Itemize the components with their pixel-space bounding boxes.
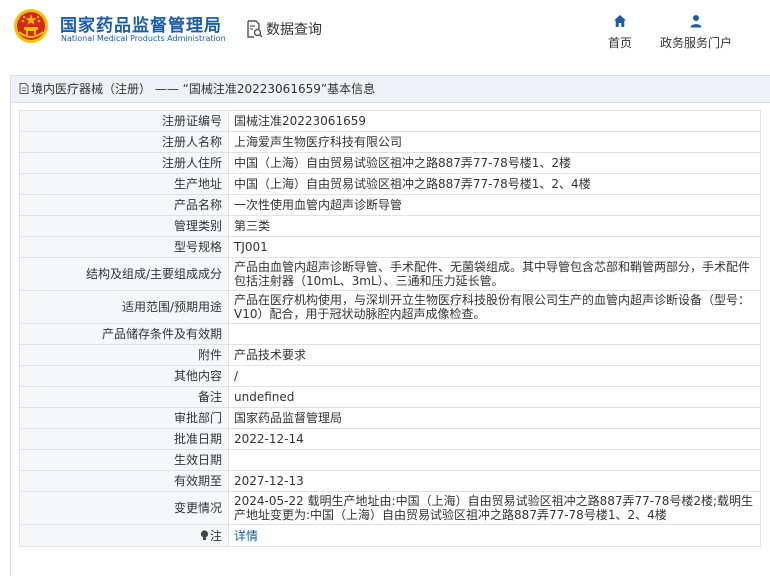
field-value: / xyxy=(228,365,761,387)
table-row: 型号规格 TJ001 xyxy=(19,236,761,258)
field-value: 产品由血管内超声诊断导管、手术配件、无菌袋组成。其中导管包含芯部和鞘管两部分，手… xyxy=(228,257,761,291)
table-row: 其他内容 / xyxy=(19,365,761,387)
field-label: 生产地址 xyxy=(19,173,229,195)
field-value xyxy=(228,323,761,345)
field-label: 注册人住所 xyxy=(19,152,229,174)
document-search-icon xyxy=(247,20,263,38)
table-row: 变更情况 2024-05-22 载明生产地址由:中国（上海）自由贸易试验区祖冲之路… xyxy=(19,491,761,525)
field-label: 有效期至 xyxy=(19,470,229,492)
field-label: 附件 xyxy=(19,344,229,366)
panel-category: 境内医疗器械（注册） xyxy=(31,82,152,96)
field-label: 批准日期 xyxy=(19,428,229,450)
field-label: 产品名称 xyxy=(19,194,229,216)
user-icon xyxy=(690,15,702,28)
field-value: 2022-12-14 xyxy=(228,428,761,450)
note-label: 注 xyxy=(209,528,222,543)
table-row: 注册人住所 中国（上海）自由贸易试验区祖冲之路887弄77-78号楼1、2楼 xyxy=(19,152,761,174)
data-query-label: 数据查询 xyxy=(266,22,322,38)
table-row: 结构及组成/主要组成成分 产品由血管内超声诊断导管、手术配件、无菌袋组成。其中导管… xyxy=(19,257,761,291)
field-label: 变更情况 xyxy=(19,491,229,525)
field-value: 国械注准20223061659 xyxy=(228,110,761,132)
document-icon xyxy=(19,83,29,94)
field-label: 其他内容 xyxy=(19,365,229,387)
table-row: 管理类别 第三类 xyxy=(19,215,761,237)
details-link[interactable]: 详情 xyxy=(234,529,258,543)
table-row: 注册证编号 国械注准20223061659 xyxy=(19,110,761,132)
lightbulb-icon xyxy=(200,529,209,540)
field-value: 一次性使用血管内超声诊断导管 xyxy=(228,194,761,216)
field-label: 管理类别 xyxy=(19,215,229,237)
panel-separator: —— xyxy=(151,82,183,96)
table-row: 产品储存条件及有效期 xyxy=(19,323,761,345)
table-row: 注册人名称 上海爱声生物医疗科技有限公司 xyxy=(19,131,761,153)
table-row: 有效期至 2027-12-13 xyxy=(19,470,761,492)
org-name-en: National Medical Products Administration xyxy=(61,34,226,43)
detail-panel: 境内医疗器械（注册） —— “国械注准20223061659”基本信息 注册证编… xyxy=(10,75,770,576)
note-label-cell: 注 xyxy=(19,524,229,547)
table-row: 生效日期 xyxy=(19,449,761,471)
field-label: 注册人名称 xyxy=(19,131,229,153)
field-label: 审批部门 xyxy=(19,407,229,429)
panel-suffix: 基本信息 xyxy=(327,82,376,96)
table-row: 生产地址 中国（上海）自由贸易试验区祖冲之路887弄77-78号楼1、2、4楼 xyxy=(19,173,761,195)
table-row: 适用范围/预期用途 产品在医疗机构使用，与深圳开立生物医疗科技股份有限公司生产的血… xyxy=(19,290,761,324)
nav-service-portal[interactable]: 政务服务门户 xyxy=(660,14,732,51)
table-row: 注详情 xyxy=(19,524,761,547)
field-label: 备注 xyxy=(19,386,229,408)
national-emblem-icon xyxy=(14,9,48,43)
data-query-link[interactable]: 数据查询 xyxy=(245,19,322,39)
nav-home[interactable]: 首页 xyxy=(608,14,632,51)
panel-registration-id: 国械注准20223061659 xyxy=(188,82,321,96)
field-label: 生效日期 xyxy=(19,449,229,471)
field-label: 产品储存条件及有效期 xyxy=(19,323,229,345)
field-value: 上海爱声生物医疗科技有限公司 xyxy=(228,131,761,153)
table-row: 产品名称 一次性使用血管内超声诊断导管 xyxy=(19,194,761,216)
field-label: 结构及组成/主要组成成分 xyxy=(19,257,229,291)
field-label: 型号规格 xyxy=(19,236,229,258)
table-row: 附件 产品技术要求 xyxy=(19,344,761,366)
table-row: 备注 undefined xyxy=(19,386,761,408)
field-value: 国家药品监督管理局 xyxy=(228,407,761,429)
nav-service-portal-label: 政务服务门户 xyxy=(660,36,733,50)
table-row: 审批部门 国家药品监督管理局 xyxy=(19,407,761,429)
field-value: undefined xyxy=(228,386,761,408)
note-value-cell: 详情 xyxy=(228,524,761,547)
field-value: 中国（上海）自由贸易试验区祖冲之路887弄77-78号楼1、2、4楼 xyxy=(228,173,761,195)
field-value: TJ001 xyxy=(228,236,761,258)
panel-title: 境内医疗器械（注册） —— “国械注准20223061659”基本信息 xyxy=(11,76,770,103)
field-value xyxy=(228,449,761,471)
nav-home-label: 首页 xyxy=(608,36,633,50)
field-value: 第三类 xyxy=(228,215,761,237)
field-value: 产品技术要求 xyxy=(228,344,761,366)
field-value: 2027-12-13 xyxy=(228,470,761,492)
field-value: 中国（上海）自由贸易试验区祖冲之路887弄77-78号楼1、2楼 xyxy=(228,152,761,174)
info-table: 注册证编号 国械注准20223061659 注册人名称 上海爱声生物医疗科技有限公司注… xyxy=(19,110,761,547)
table-row: 批准日期 2022-12-14 xyxy=(19,428,761,450)
field-label: 适用范围/预期用途 xyxy=(19,290,229,324)
field-value: 2024-05-22 载明生产地址由:中国（上海）自由贸易试验区祖冲之路887弄… xyxy=(228,491,761,525)
site-header: 国家药品监督管理局 National Medical Products Admi… xyxy=(0,0,770,66)
field-value: 产品在医疗机构使用，与深圳开立生物医疗科技股份有限公司生产的血管内超声诊断设备（… xyxy=(228,290,761,324)
field-label: 注册证编号 xyxy=(19,110,229,132)
org-name-cn: 国家药品监督管理局 xyxy=(60,16,222,36)
home-icon xyxy=(614,15,626,27)
